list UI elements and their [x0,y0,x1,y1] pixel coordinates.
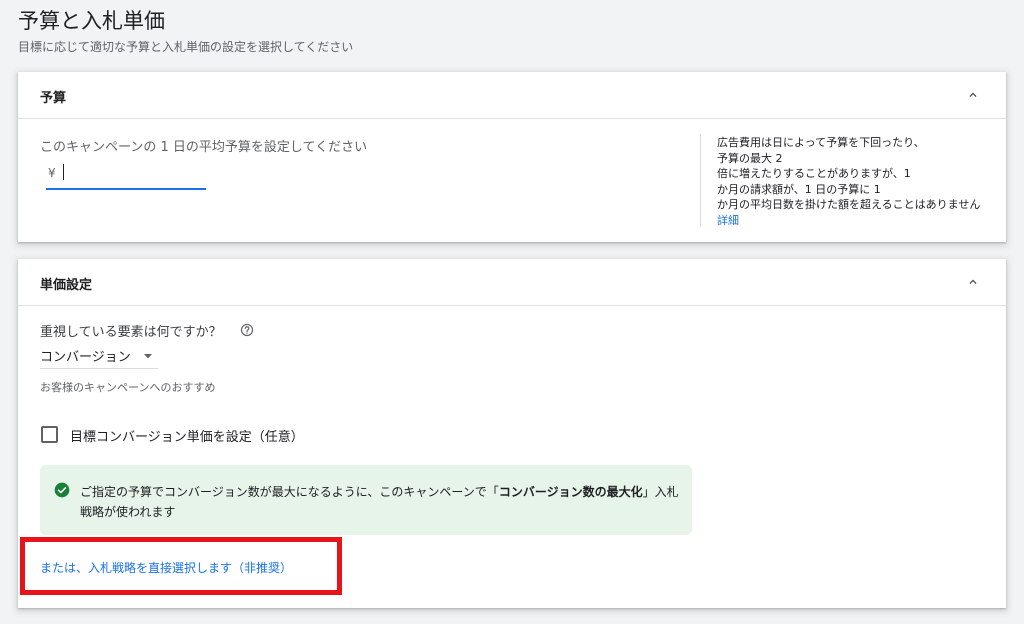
budget-prompt: このキャンペーンの 1 日の平均予算を設定してください [40,140,368,155]
budget-help-text: 広告費用は日によって予算を下回ったり、 予算の最大 2 倍に増えたりすることがあ… [717,135,997,228]
bidding-card-header[interactable]: 単価設定 [18,259,1006,306]
page-title: 予算と入札単価 [18,9,165,33]
info-text-before: ご指定の予算でコンバージョン数が最大になるように、このキャンペーンで「 [80,485,499,499]
target-cpa-checkbox-label[interactable]: 目標コンバージョン単価を設定（任意） [70,426,304,445]
vertical-divider [700,134,701,227]
recommendation-note: お客様のキャンペーンへのおすすめ [40,381,216,394]
info-text-strategy-name: コンバージョン数の最大化 [498,485,643,499]
bidding-card-title: 単価設定 [40,278,93,293]
budget-help-line: か月の平均日数を掛けた額を超えることはありません [717,198,981,211]
budget-help-line: か月の請求額が、1 日の予算に 1 [717,182,881,196]
focus-question-label: 重視している要素は何ですか？ [40,325,222,340]
strategy-info-text: ご指定の予算でコンバージョン数が最大になるように、このキャンペーンで「コンバージ… [80,482,680,522]
budget-help-line: 倍に増えたりすることがありますが、1 [717,167,911,180]
highlight-annotation-box [20,537,342,595]
strategy-info-box: ご指定の予算でコンバージョン数が最大になるように、このキャンペーンで「コンバージ… [40,465,692,535]
learn-more-link[interactable]: 詳細 [717,213,997,229]
target-cpa-checkbox[interactable] [41,426,58,443]
currency-symbol: ¥ [48,166,56,180]
budget-card-title: 予算 [40,91,67,106]
focus-dropdown[interactable]: コンバージョン [40,343,158,369]
budget-card-header[interactable]: 予算 [18,72,1006,119]
dropdown-selected-value: コンバージョン [40,350,131,365]
budget-help-line: 広告費用は日によって予算を下回ったり、 [717,136,925,149]
chevron-up-icon[interactable] [966,275,980,289]
budget-card: 予算 このキャンペーンの 1 日の平均予算を設定してください ¥ 広告費用は日に… [18,72,1006,242]
budget-field[interactable]: ¥ [46,160,206,190]
page-subtitle: 目標に応じて適切な予算と入札単価の設定を選択してください [18,40,354,54]
chevron-up-icon[interactable] [966,88,980,102]
arrow-drop-down-icon [144,354,152,359]
check-circle-icon [54,482,70,498]
text-caret [63,164,64,180]
help-circle-icon[interactable] [240,323,254,337]
budget-help-line: 予算の最大 2 [717,151,783,165]
budget-input[interactable] [66,162,201,184]
